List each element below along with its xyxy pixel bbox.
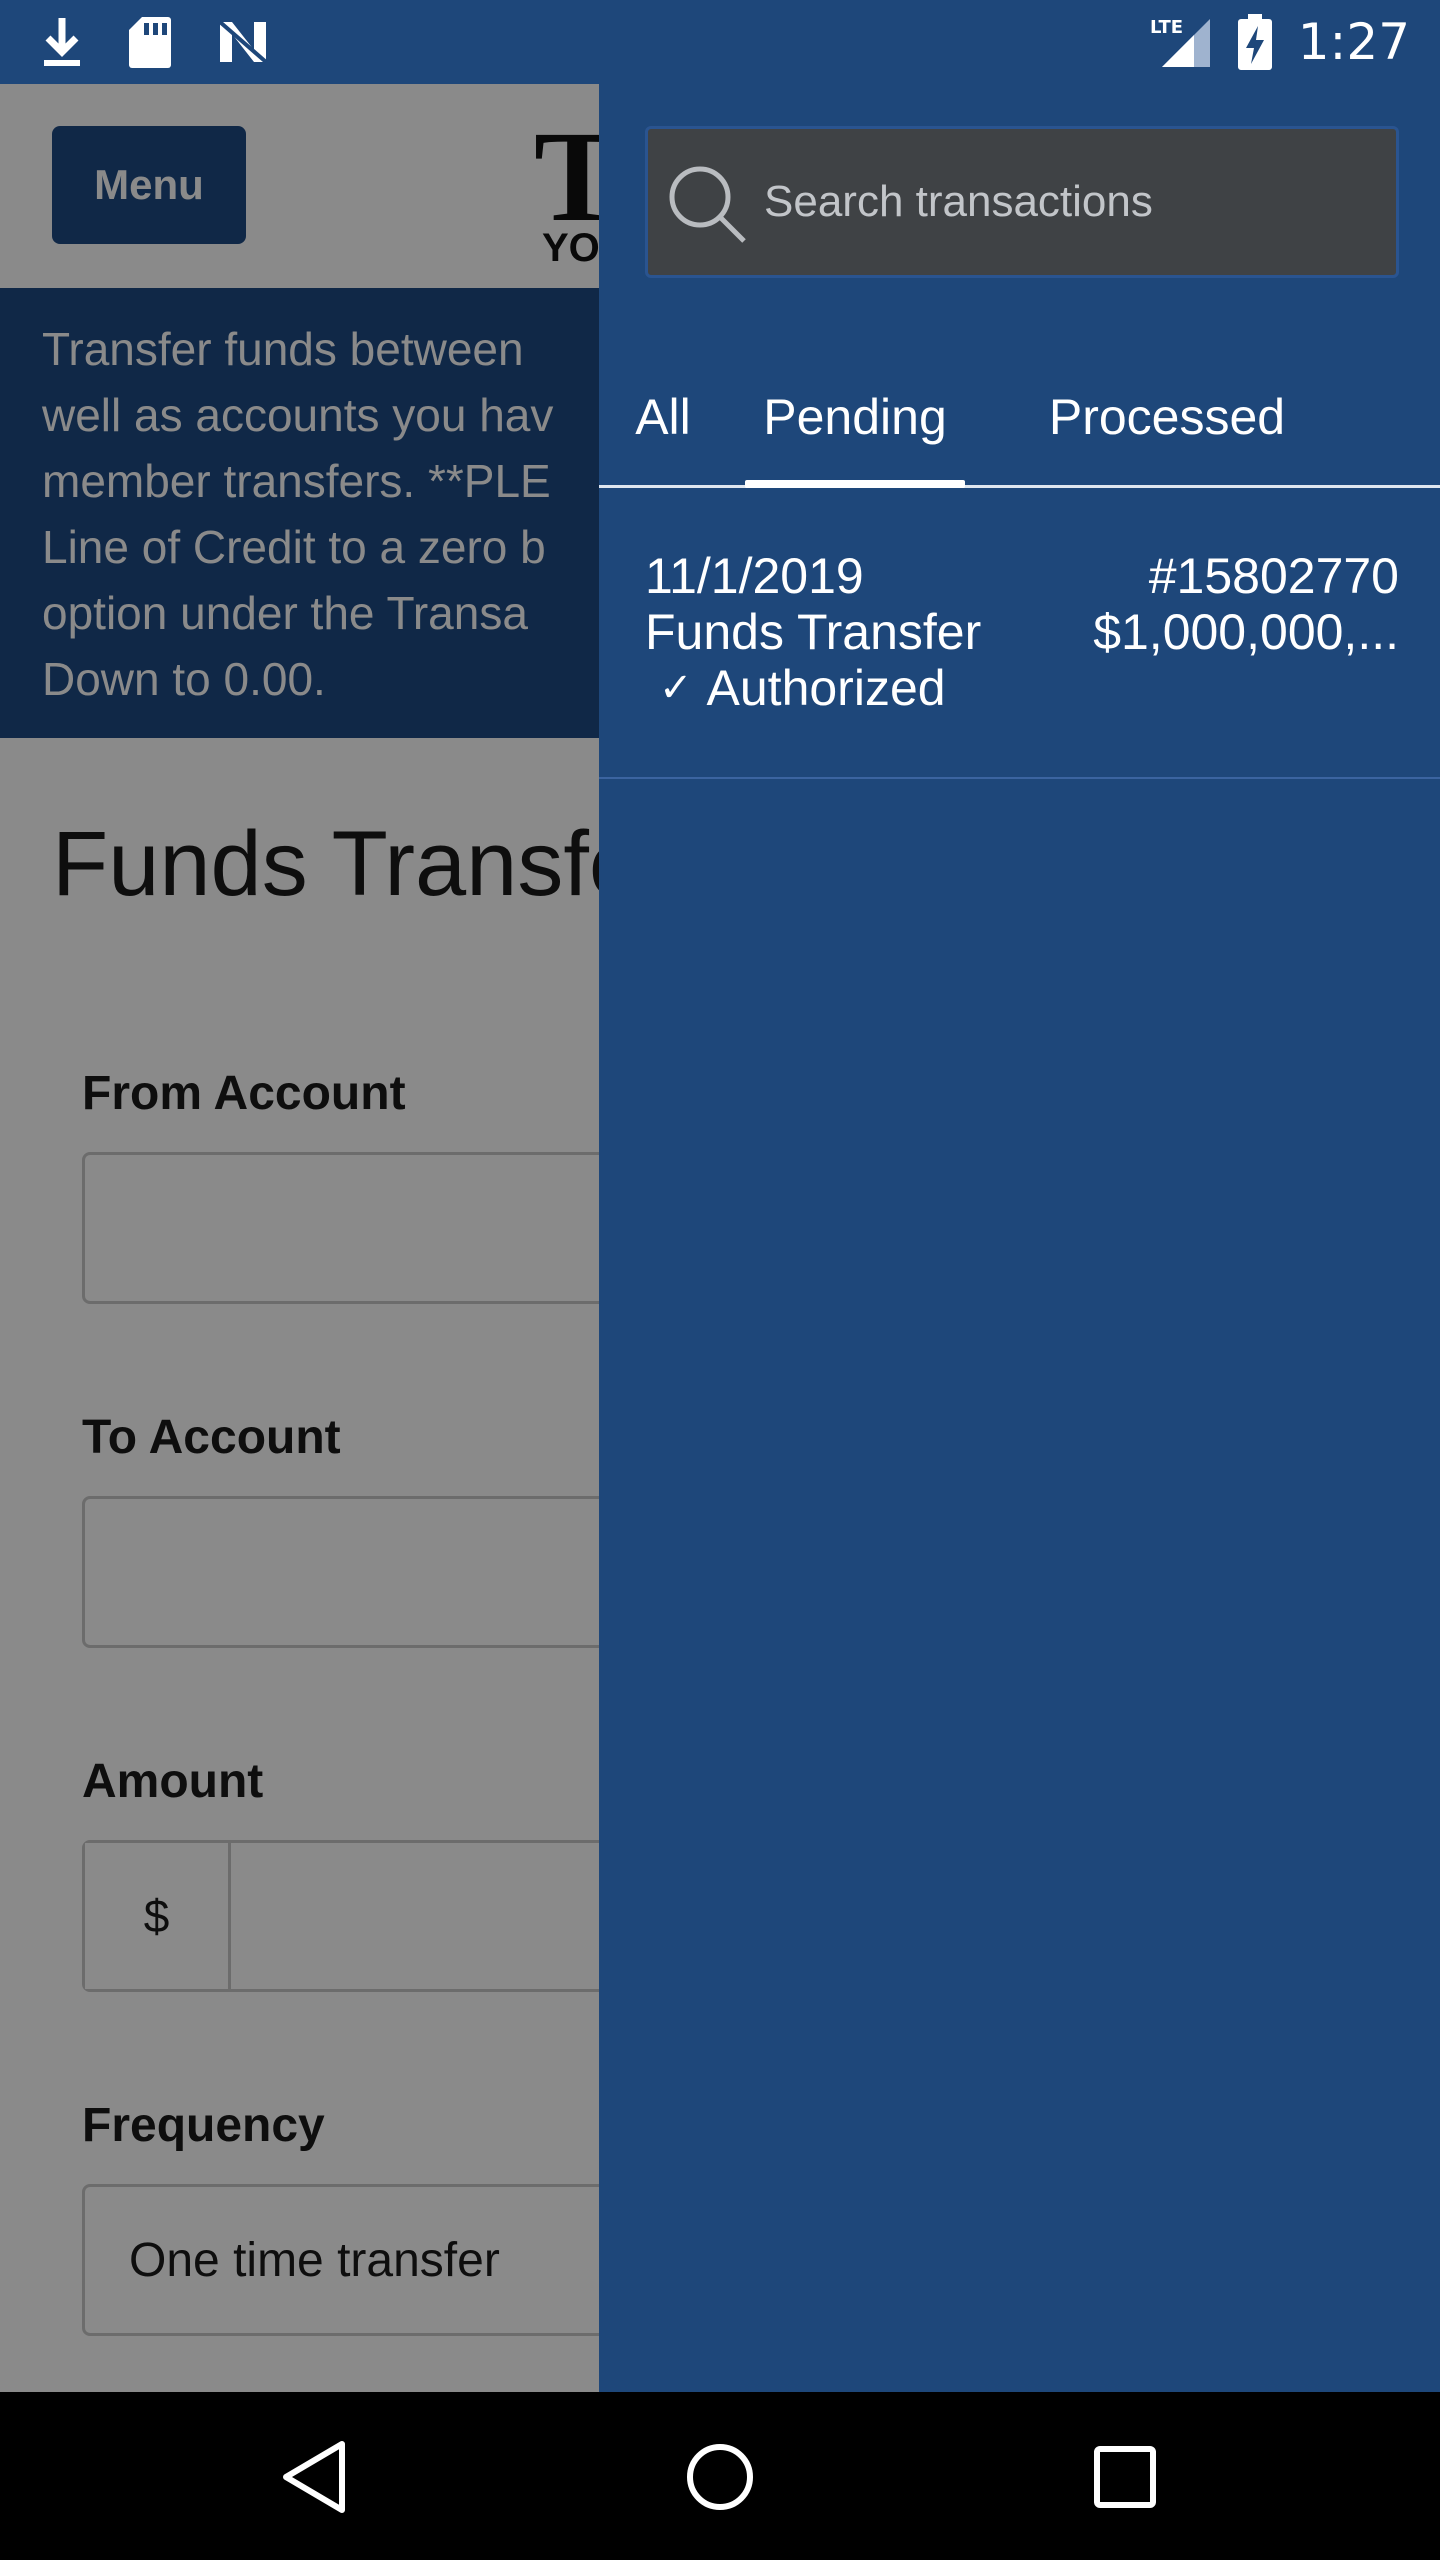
tab-all[interactable]: All: [623, 346, 703, 488]
download-icon: [44, 18, 80, 66]
navigation-bar: [0, 2392, 1440, 2560]
transaction-status-text: Authorized: [706, 660, 946, 716]
svg-text:LTE: LTE: [1150, 17, 1183, 38]
tab-processed[interactable]: Processed: [1009, 346, 1325, 488]
transaction-description: Funds Transfer: [645, 604, 982, 660]
transaction-reference: #15802770: [1148, 548, 1399, 604]
search-box: [645, 126, 1399, 278]
transaction-tabs: All Pending Processed: [599, 346, 1440, 488]
transaction-item[interactable]: 11/1/2019 Funds Transfer ✓ Authorized #1…: [599, 491, 1440, 779]
recents-icon[interactable]: [1080, 2432, 1170, 2522]
tab-pending[interactable]: Pending: [745, 346, 965, 488]
battery-charging-icon: [1237, 14, 1272, 70]
search-input[interactable]: [764, 129, 1384, 275]
transaction-status: ✓ Authorized: [659, 659, 946, 717]
status-bar: LTE 1:27: [0, 0, 1440, 84]
clock: 1:27: [1297, 13, 1410, 71]
transaction-date: 11/1/2019: [645, 548, 864, 604]
sd-card-icon: [129, 17, 171, 68]
transactions-drawer: All Pending Processed 11/1/2019 Funds Tr…: [599, 84, 1440, 2392]
transaction-amount: $1,000,000,...: [1093, 604, 1399, 660]
back-icon[interactable]: [270, 2432, 360, 2522]
search-icon: [669, 166, 746, 243]
signal-icon: LTE: [1150, 17, 1210, 67]
n-icon: [218, 20, 268, 64]
check-icon: ✓: [659, 666, 693, 710]
home-icon[interactable]: [675, 2432, 765, 2522]
